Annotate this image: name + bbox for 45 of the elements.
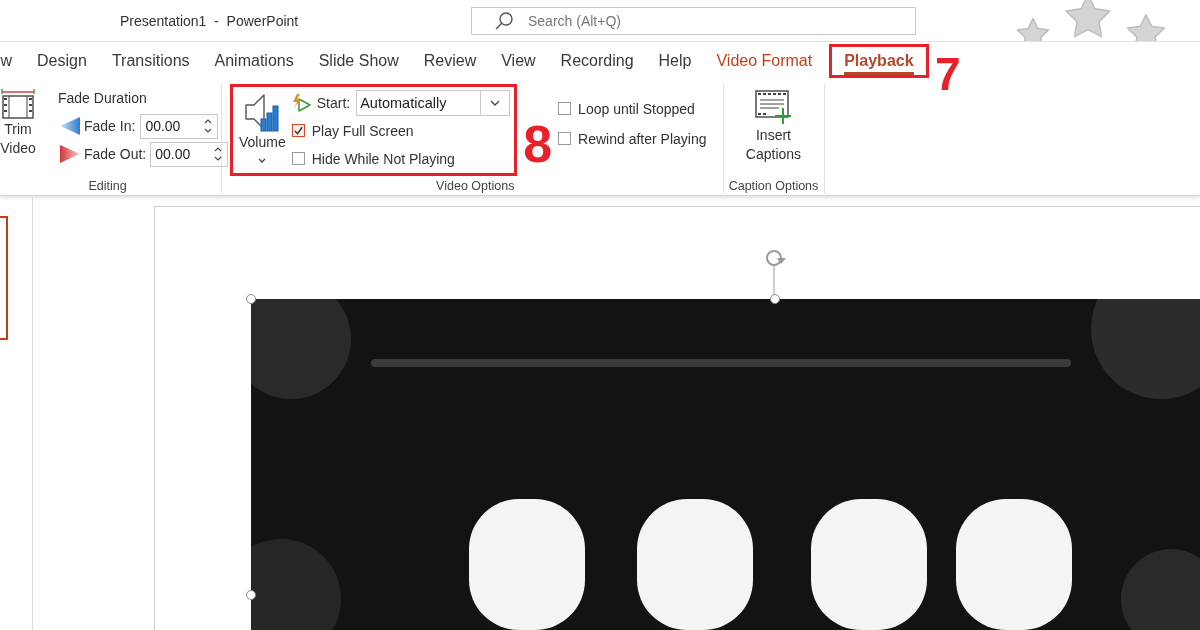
resize-handle[interactable] — [770, 294, 780, 304]
ribbon-tab[interactable]: Recording — [548, 46, 646, 76]
chevron-down-icon — [258, 158, 267, 164]
group-label: Video Options — [435, 179, 516, 193]
trim-video-button[interactable]: Trim Video — [0, 84, 42, 179]
ribbon-tab[interactable]: Help — [646, 46, 704, 76]
resize-handle[interactable] — [246, 590, 256, 600]
ribbon-tab[interactable]: Review — [411, 46, 489, 76]
group-heading: Fade Duration — [58, 90, 148, 108]
ribbon-tab[interactable]: Playback — [832, 46, 926, 76]
ribbon-tab[interactable]: Slide Show — [306, 46, 411, 76]
field-label: Start: — [316, 94, 351, 111]
ribbon-tab[interactable]: Video Format — [704, 46, 825, 76]
film-strip-icon — [0, 86, 36, 120]
ribbon-tab[interactable]: Animations — [202, 46, 306, 76]
field-label: Fade In: — [84, 118, 136, 134]
fade-in-icon — [58, 116, 80, 136]
group-label: Editing — [87, 179, 128, 193]
annotation-number: 8 — [523, 117, 553, 170]
annotation-number: 7 — [935, 51, 961, 97]
slide-thumbnail[interactable] — [0, 216, 8, 340]
checkbox[interactable]: Rewind after Playing — [558, 124, 707, 153]
captions-icon — [754, 90, 793, 126]
checkmark-icon — [292, 125, 304, 136]
number-field[interactable]: 00.00 — [140, 113, 219, 139]
field-label: Fade Out: — [84, 146, 147, 162]
lightning-play-icon — [291, 93, 311, 112]
checkbox[interactable]: Loop until Stopped — [558, 94, 707, 123]
volume-button[interactable]: Volume — [239, 91, 292, 173]
rotate-handle-icon[interactable] — [765, 249, 787, 297]
search-field[interactable]: Search (Alt+Q) — [471, 6, 916, 35]
ribbon-tab[interactable]: w — [0, 46, 25, 76]
resize-handle[interactable] — [246, 294, 256, 304]
fade-out-icon — [58, 144, 80, 164]
insert-captions-button[interactable]: Insert Captions — [733, 88, 814, 179]
ribbon-tab[interactable]: Design — [25, 46, 99, 76]
group-label: Caption Options — [727, 179, 820, 193]
checkbox[interactable]: Play Full Screen — [291, 116, 511, 145]
window-title: Presentation1 - PowerPoint — [120, 12, 300, 29]
start-dropdown[interactable]: Automatically — [356, 89, 511, 116]
search-icon — [494, 10, 514, 31]
ribbon-tab[interactable]: Transitions — [99, 46, 202, 76]
checkbox[interactable]: Hide While Not Playing — [291, 144, 511, 173]
ribbon-tab[interactable]: View — [489, 46, 548, 76]
number-field[interactable]: 00.00 — [150, 141, 229, 167]
